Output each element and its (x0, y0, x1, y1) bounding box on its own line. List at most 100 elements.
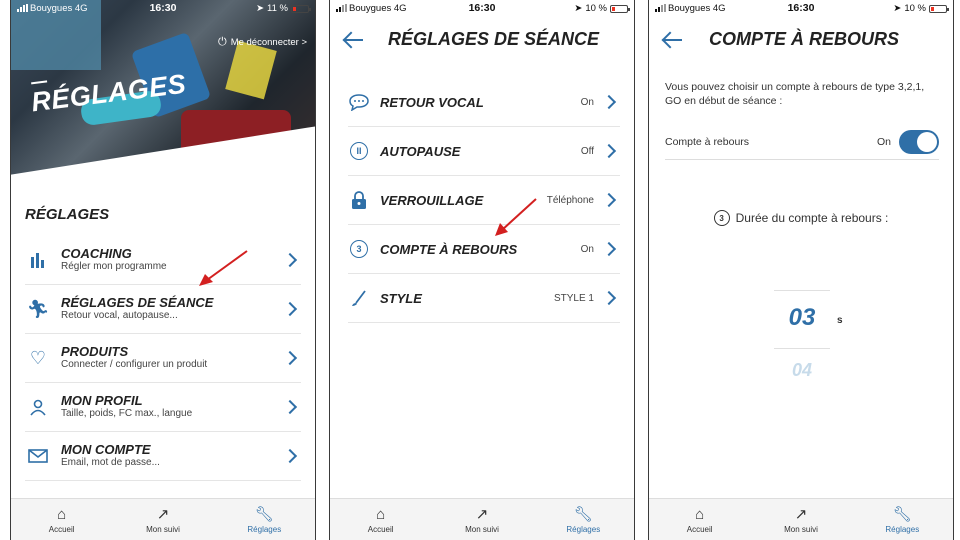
battery-percent: 10 % (904, 3, 926, 14)
tab-label: Réglages (566, 524, 601, 534)
tab-label: Accueil (367, 524, 394, 534)
tab-bar: ⌂ Accueil ↗ Mon suivi 🔧︎ Réglages (330, 498, 634, 540)
menu-item-products[interactable]: ♡ PRODUITS Connecter / configurer un prod… (25, 334, 301, 383)
home-icon: ⌂ (695, 505, 705, 523)
countdown-icon: 3 (713, 210, 730, 226)
status-right: ➤ 10 % (574, 3, 630, 14)
menu-item-subtitle: Régler mon programme (61, 261, 167, 272)
location-icon: ➤ (256, 3, 265, 14)
battery-icon (929, 4, 949, 13)
wrench-icon: 🔧︎ (892, 505, 912, 523)
trend-icon: ↗ (156, 505, 170, 523)
menu-item-value: STYLE 1 (553, 292, 594, 304)
menu-item-subtitle: Connecter / configurer un produit (61, 359, 208, 370)
menu-item-autopause[interactable]: II AUTOPAUSE Off (348, 127, 620, 176)
back-arrow-icon[interactable] (342, 29, 364, 51)
chevron-right-icon (282, 399, 298, 415)
countdown-switch[interactable] (899, 129, 939, 154)
battery-icon (291, 4, 311, 13)
menu-item-title: PRODUITS (61, 344, 129, 359)
chevron-right-icon (282, 350, 298, 366)
logout-label: Me déconnecter > (230, 37, 307, 48)
picker-unit: s (837, 315, 843, 326)
menu-item-coaching[interactable]: COACHING Régler mon programme (25, 236, 301, 285)
menu-item-value: Off (580, 145, 594, 157)
chevron-right-icon (282, 252, 298, 268)
location-icon: ➤ (574, 3, 583, 14)
session-settings-menu: RETOUR VOCAL On II AUTOPAUSE Off VERROUI… (348, 78, 620, 323)
battery-icon (610, 4, 630, 13)
picker-divider (774, 348, 830, 349)
status-right: ➤ 10 % (893, 3, 949, 14)
menu-item-session-settings[interactable]: 🏃︎ RÉGLAGES DE SÉANCE Retour vocal, autop… (25, 285, 301, 334)
menu-item-style[interactable]: STYLE STYLE 1 (348, 274, 620, 323)
menu-item-title: RETOUR VOCAL (380, 94, 484, 110)
page-title: COMPTE À REBOURS (709, 29, 900, 49)
hero-banner: Bouygues 4G 16:30 ➤ 11 % ⏻ Me déconnecter … (11, 0, 315, 190)
tab-home[interactable]: ⌂ Accueil (330, 499, 431, 540)
signal-icon (655, 4, 666, 12)
battery-percent: 11 % (267, 3, 288, 14)
picker-next-value: 04 (791, 360, 813, 380)
menu-item-value: Téléphone (546, 194, 594, 206)
back-arrow-icon[interactable] (661, 29, 683, 51)
trend-icon: ↗ (794, 505, 808, 523)
battery-percent: 10 % (585, 3, 607, 14)
speech-bubble-icon (348, 91, 370, 113)
tab-settings[interactable]: 🔧︎ Réglages (214, 499, 315, 540)
menu-item-account[interactable]: MON COMPTE Email, mot de passe... (25, 432, 301, 481)
settings-menu: COACHING Régler mon programme 🏃︎ RÉGLAGES… (25, 236, 301, 481)
status-time: 16:30 (468, 2, 496, 14)
picker-divider (774, 290, 830, 291)
signal-icon (336, 4, 347, 12)
header: COMPTE À REBOURS (649, 26, 953, 56)
location-icon: ➤ (893, 3, 902, 14)
menu-item-value: On (580, 243, 594, 255)
tab-tracking[interactable]: ↗ Mon suivi (431, 499, 532, 540)
status-bar: Bouygues 4G 16:30 ➤ 11 % (11, 0, 315, 18)
menu-item-value: On (580, 96, 594, 108)
carrier-text: Bouygues 4G (30, 3, 88, 14)
logout-link[interactable]: ⏻ Me déconnecter > (218, 36, 307, 49)
home-icon: ⌂ (57, 505, 67, 523)
duration-picker[interactable]: 03 04 (774, 290, 830, 380)
duration-label: Durée du compte à rebours : (735, 211, 889, 225)
runner-icon: 🏃︎ (26, 298, 50, 319)
tab-settings[interactable]: 🔧︎ Réglages (852, 499, 953, 540)
chevron-right-icon (601, 290, 617, 306)
picker-selected-value: 03 (788, 304, 816, 331)
settings-screen: Bouygues 4G 16:30 ➤ 11 % ⏻ Me déconnecter … (10, 0, 316, 540)
tab-label: Accueil (686, 524, 713, 534)
heart-icon: ♡ (29, 347, 47, 368)
wrench-icon: 🔧︎ (573, 505, 593, 523)
tab-tracking[interactable]: ↗ Mon suivi (112, 499, 213, 540)
menu-item-title: MON COMPTE (61, 442, 151, 457)
menu-item-title: STYLE (380, 290, 422, 306)
home-icon: ⌂ (376, 505, 386, 523)
menu-item-voice-feedback[interactable]: RETOUR VOCAL On (348, 78, 620, 127)
menu-item-countdown[interactable]: 3 COMPTE À REBOURS On (348, 225, 620, 274)
menu-item-subtitle: Retour vocal, autopause... (61, 310, 178, 321)
section-title: RÉGLAGES (25, 206, 110, 223)
tab-bar: ⌂ Accueil ↗ Mon suivi 🔧︎ Réglages (11, 498, 315, 540)
envelope-icon (25, 449, 51, 463)
session-settings-screen: Bouygues 4G 16:30 ➤ 10 % RÉGLAGES DE SÉAN… (329, 0, 635, 540)
status-time: 16:30 (149, 2, 177, 14)
page-title: RÉGLAGES DE SÉANCE (388, 29, 600, 49)
hero-photo-region (225, 40, 277, 100)
lock-icon (348, 189, 370, 211)
hero-diagonal-cut (11, 122, 315, 190)
tab-label: Mon suivi (784, 524, 818, 534)
tab-home[interactable]: ⌂ Accueil (11, 499, 112, 540)
menu-item-lock[interactable]: VERROUILLAGE Téléphone (348, 176, 620, 225)
tab-tracking[interactable]: ↗ Mon suivi (750, 499, 851, 540)
chevron-right-icon (282, 301, 298, 317)
tab-settings[interactable]: 🔧︎ Réglages (533, 499, 634, 540)
tab-bar: ⌂ Accueil ↗ Mon suivi 🔧︎ Réglages (649, 498, 953, 540)
tab-label: Mon suivi (465, 524, 499, 534)
menu-item-title: RÉGLAGES DE SÉANCE (61, 295, 214, 310)
tab-home[interactable]: ⌂ Accueil (649, 499, 750, 540)
menu-item-profile[interactable]: MON PROFIL Taille, poids, FC max., langue (25, 383, 301, 432)
menu-item-title: COACHING (61, 246, 132, 261)
status-time: 16:30 (787, 2, 815, 14)
